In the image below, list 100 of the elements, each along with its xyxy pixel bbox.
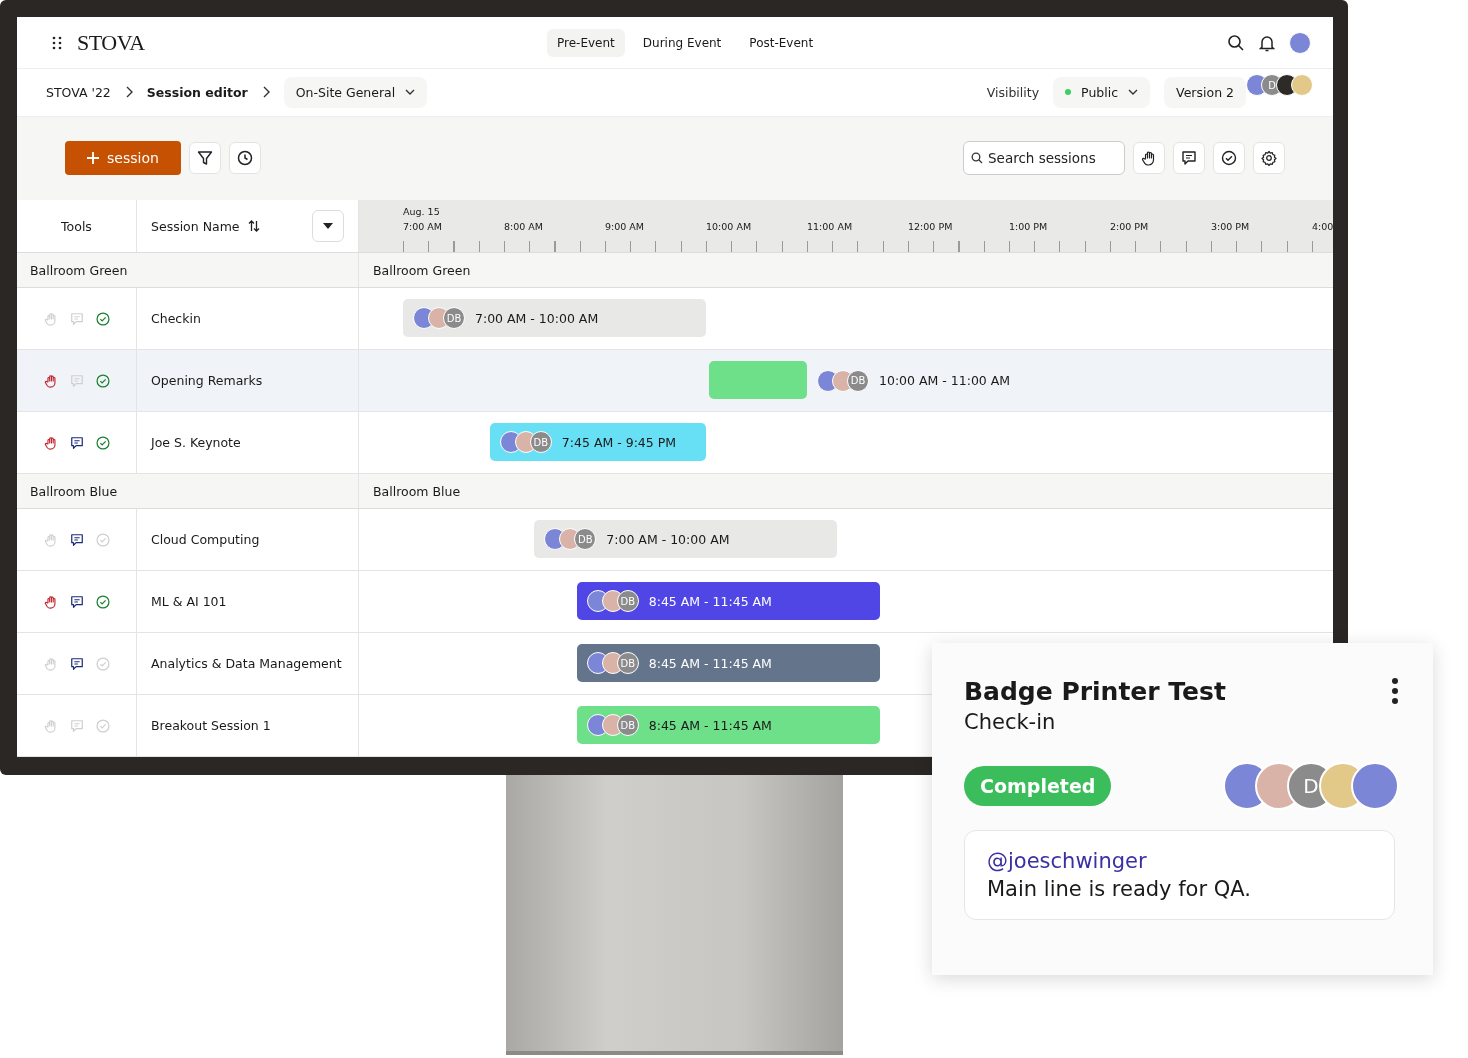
group-name: Ballroom Green <box>30 262 128 278</box>
session-name: Analytics & Data Management <box>151 656 342 671</box>
chevron-down-icon[interactable] <box>405 88 416 96</box>
search-icon[interactable] <box>1227 33 1245 52</box>
comments-button[interactable] <box>1173 142 1205 175</box>
raised-hand-icon[interactable] <box>43 435 58 450</box>
logo[interactable]: STOVA <box>77 29 145 56</box>
approve-button[interactable] <box>1213 142 1245 175</box>
status-badge: Completed <box>964 766 1112 806</box>
card-subtitle: Check-in <box>964 710 1057 734</box>
speaker-avatar: DB <box>443 307 465 329</box>
settings-icon[interactable] <box>1261 150 1277 167</box>
caret-down-icon[interactable] <box>323 223 333 229</box>
session-bar[interactable]: DB 7:00 AM - 10:00 AM <box>534 520 838 558</box>
hour-label: 10:00 AM <box>706 221 752 232</box>
date-label: Aug. 15 <box>403 206 440 217</box>
hour-label: 9:00 AM <box>605 221 645 232</box>
session-time: 8:45 AM - 11:45 AM <box>648 593 772 609</box>
bell-icon[interactable] <box>1259 33 1275 52</box>
visibility-dropdown[interactable]: Public <box>1053 76 1151 108</box>
user-avatar[interactable] <box>1289 31 1311 54</box>
comment-icon[interactable] <box>69 435 84 450</box>
breadcrumb-link[interactable]: STOVA '22 <box>46 84 111 100</box>
session-name: Checkin <box>151 311 201 326</box>
hour-label: 11:00 AM <box>807 221 853 232</box>
session-bar[interactable]: DB 8:45 AM - 11:45 AM <box>576 582 880 620</box>
session-time: 8:45 AM - 11:45 AM <box>648 717 772 733</box>
speaker-avatar: DB <box>529 431 552 453</box>
session-bar[interactable]: DB 7:45 AM - 9:45 PM <box>489 423 706 461</box>
check-circle-icon[interactable] <box>95 435 110 450</box>
speaker-avatar: DB <box>847 369 869 392</box>
hour-label: 3:00 PM <box>1211 221 1250 232</box>
session-name: Opening Remarks <box>151 373 263 388</box>
check-circle-icon[interactable] <box>95 594 110 609</box>
session-name: Joe S. Keynote <box>151 435 241 450</box>
search-icon[interactable] <box>971 152 983 165</box>
session-row[interactable]: Joe S. Keynote DB 7:45 AM - 9:45 PM <box>17 412 1333 474</box>
session-bar[interactable]: DB 8:45 AM - 11:45 AM <box>576 644 880 682</box>
check-circle-icon[interactable] <box>95 311 110 326</box>
filter-button[interactable] <box>188 142 221 175</box>
raised-hand-icon[interactable] <box>43 594 58 609</box>
check-circle-icon[interactable] <box>1221 150 1237 167</box>
settings-button[interactable] <box>1253 142 1285 175</box>
hour-label: 7:00 AM <box>403 221 443 232</box>
session-bar[interactable]: DB 8:45 AM - 11:45 AM <box>576 706 880 744</box>
search-field[interactable]: Search sessions <box>963 141 1125 176</box>
add-session-button[interactable]: session <box>65 141 181 176</box>
clock-icon[interactable] <box>236 150 253 167</box>
hour-label: 1:00 PM <box>1009 221 1048 232</box>
comment-icon[interactable] <box>1181 150 1197 167</box>
session-time: 10:00 AM - 11:00 AM <box>879 373 1011 388</box>
raised-hand-filter-button[interactable] <box>1133 142 1165 175</box>
session-row[interactable]: ML & AI 101 DB 8:45 AM - 11:45 AM <box>17 571 1333 633</box>
mention-link[interactable]: @joeschwinger <box>987 849 1147 873</box>
version-button[interactable]: Version 2 <box>1164 76 1246 108</box>
check-circle-icon[interactable] <box>95 373 110 388</box>
chevron-down-icon[interactable] <box>1128 88 1139 96</box>
attendee-avatar <box>1351 762 1399 810</box>
speaker-avatar: DB <box>574 528 597 550</box>
hand-icon[interactable] <box>1141 150 1157 167</box>
speaker-avatar: DB <box>616 590 639 612</box>
chevron-right-icon <box>124 86 133 99</box>
session-name: Cloud Computing <box>151 532 260 547</box>
collaborator-avatar <box>1291 74 1313 97</box>
session-type-dropdown[interactable]: On-Site General <box>283 76 428 108</box>
more-options-icon[interactable] <box>1391 677 1399 705</box>
group-name: Ballroom Blue <box>373 483 461 499</box>
column-menu-button[interactable] <box>312 210 344 242</box>
session-time: 8:45 AM - 11:45 AM <box>648 655 772 671</box>
session-bar[interactable]: DB 7:00 AM - 10:00 AM <box>403 299 706 337</box>
visibility-label: Visibility <box>986 84 1040 100</box>
comment-icon[interactable] <box>69 594 84 609</box>
session-row[interactable]: Checkin DB 7:00 AM - 10:00 AM <box>17 288 1333 350</box>
sort-icon[interactable] <box>247 220 260 232</box>
filter-icon[interactable] <box>196 150 213 167</box>
nav-tab[interactable]: Pre-Event <box>547 28 625 57</box>
status-dot-icon <box>1065 89 1072 96</box>
hour-label: 4:00 <box>1312 221 1333 232</box>
session-row[interactable]: Cloud Computing DB 7:00 AM - 10:00 AM <box>17 509 1333 571</box>
session-name: Breakout Session 1 <box>151 718 271 733</box>
grid-dots-icon[interactable] <box>51 35 63 50</box>
chevron-right-icon <box>261 86 270 99</box>
group-name: Ballroom Blue <box>30 483 118 499</box>
breadcrumb-link[interactable]: Session editor <box>146 84 248 100</box>
comment-text: Main line is ready for QA. <box>987 877 1252 901</box>
history-button[interactable] <box>228 142 261 175</box>
session-row[interactable]: Opening Remarks DB 10:00 AM - 11:00 AM <box>17 350 1333 412</box>
plus-icon[interactable] <box>87 152 99 165</box>
hour-label: 12:00 PM <box>908 221 953 232</box>
hour-label: 2:00 PM <box>1110 221 1149 232</box>
speaker-avatar: DB <box>616 714 639 736</box>
raised-hand-icon[interactable] <box>43 373 58 388</box>
comment-icon[interactable] <box>69 656 84 671</box>
comment-icon[interactable] <box>69 532 84 547</box>
speaker-avatar: DB <box>616 652 639 674</box>
nav-tab[interactable]: Post-Event <box>739 28 824 57</box>
column-header: Tools <box>61 218 92 234</box>
column-header[interactable]: Session Name <box>151 218 240 234</box>
session-time: 7:45 AM - 9:45 PM <box>561 434 677 450</box>
nav-tab[interactable]: During Event <box>632 28 732 57</box>
